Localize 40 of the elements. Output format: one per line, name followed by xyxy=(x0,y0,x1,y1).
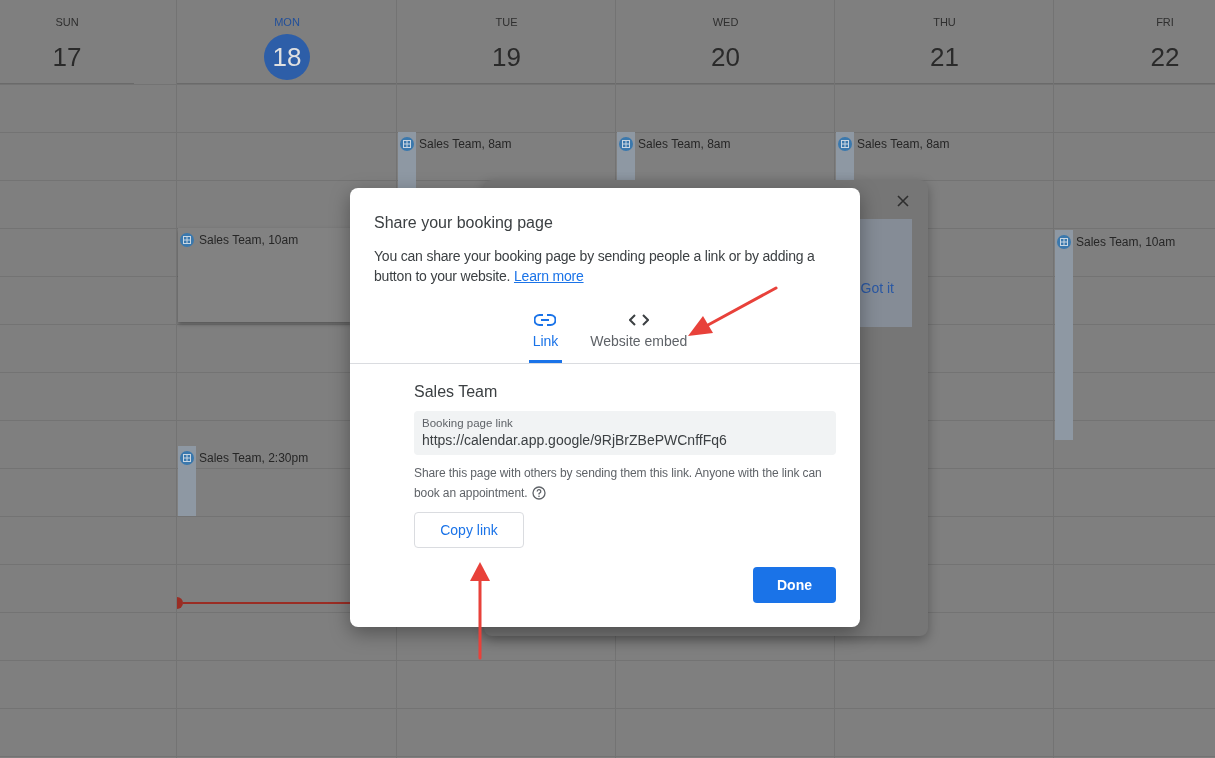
event-title: Sales Team, 8am xyxy=(638,136,731,153)
field-label: Booking page link xyxy=(422,416,514,430)
weekday-label: SUN xyxy=(55,15,79,29)
close-icon[interactable] xyxy=(897,195,909,207)
booking-page-name: Sales Team xyxy=(414,382,499,402)
booking-page-icon xyxy=(180,233,194,247)
event-title: Sales Team, 8am xyxy=(419,136,512,153)
date-number[interactable]: 19 xyxy=(483,34,530,80)
code-icon xyxy=(628,314,649,326)
date-number[interactable]: 17 xyxy=(44,34,90,80)
date-number[interactable]: 18 xyxy=(264,34,310,80)
dialog-title: Share your booking page xyxy=(374,213,554,233)
booking-page-icon xyxy=(838,137,852,151)
date-number[interactable]: 21 xyxy=(921,34,968,80)
weekday-label: THU xyxy=(933,15,956,29)
booking-page-icon xyxy=(1057,235,1071,249)
booking-page-icon xyxy=(400,137,414,151)
date-number[interactable]: 22 xyxy=(1142,34,1188,80)
event-title: Sales Team, 10am xyxy=(199,232,299,249)
event-title: Sales Team, 2:30pm xyxy=(199,450,309,467)
tab[interactable]: Website embed xyxy=(586,308,692,363)
weekday-label: FRI xyxy=(1156,15,1174,29)
date-number[interactable]: 20 xyxy=(702,34,749,80)
learn-more-link[interactable]: Learn more xyxy=(513,268,584,284)
weekday-label: MON xyxy=(274,15,300,29)
event-title: Sales Team, 10am xyxy=(1076,234,1176,251)
done-button[interactable]: Done xyxy=(753,567,836,603)
link-icon xyxy=(534,314,557,326)
weekday-label: WED xyxy=(712,15,739,29)
help-icon[interactable] xyxy=(532,486,547,500)
event-title: Sales Team, 8am xyxy=(857,136,950,153)
link-field[interactable]: Booking page link https://calendar.app.google/9RjBrZBePWCnffFq6 xyxy=(414,411,836,455)
dialog-description: You can share your booking page by sending people a link or by adding a button to your website. Learn more xyxy=(374,247,816,286)
booking-page-icon xyxy=(180,451,194,465)
link-input[interactable]: https://calendar.app.google/9RjBrZBePWCnffFq6 xyxy=(422,430,828,450)
booking-page-icon xyxy=(619,137,633,151)
tab[interactable]: Link xyxy=(528,308,563,363)
weekday-label: TUE xyxy=(495,15,518,29)
help-text: Share this page with others by sending them this link. Anyone with the link can book an appointment. xyxy=(414,465,823,502)
copy-link-button[interactable]: Copy link xyxy=(414,512,524,548)
